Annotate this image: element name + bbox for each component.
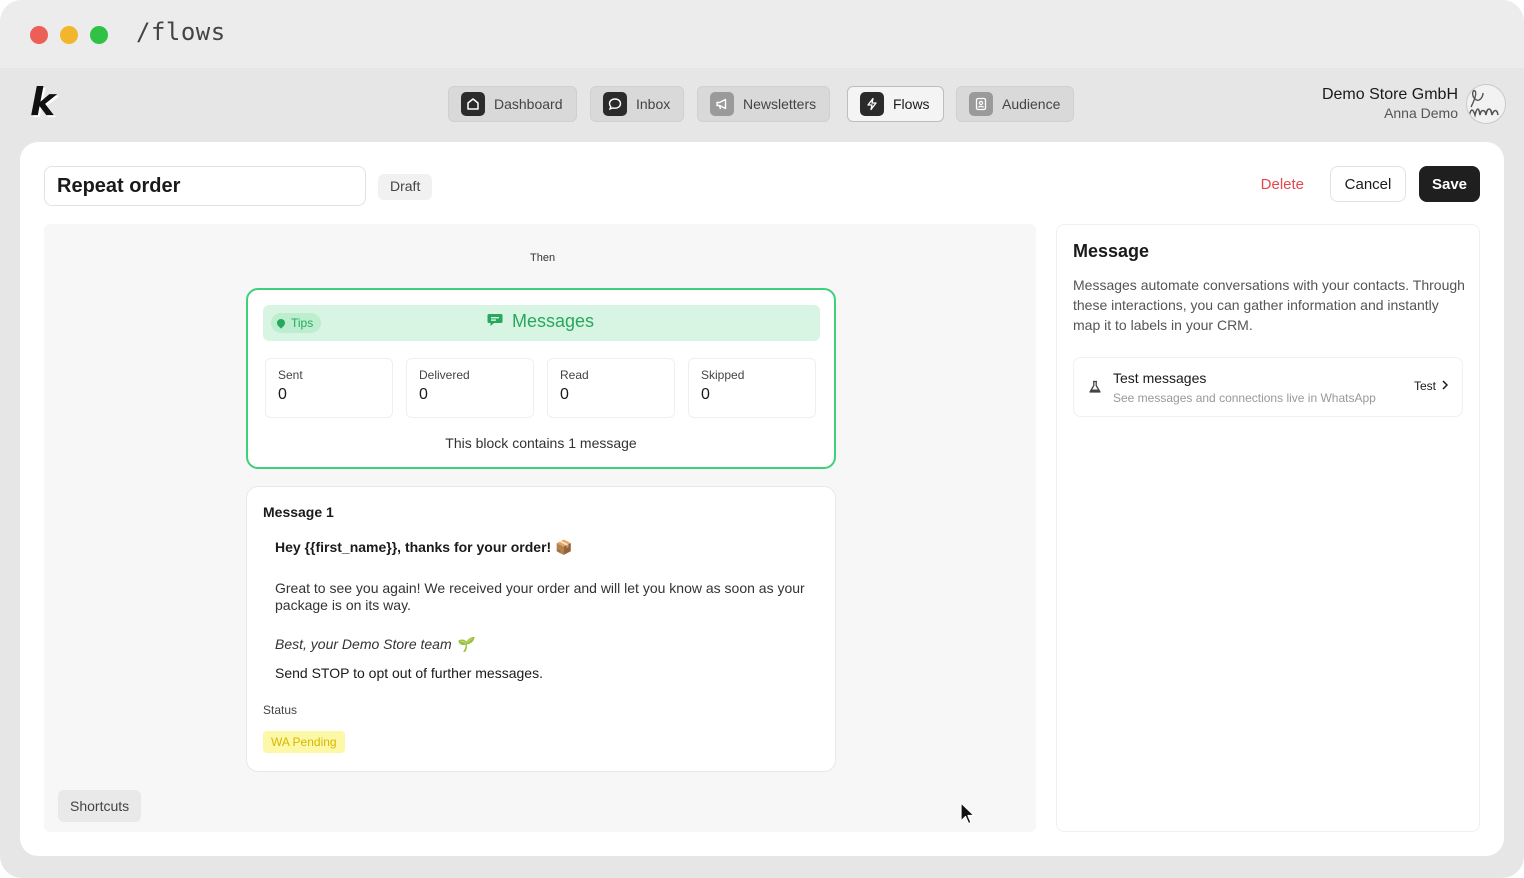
status-badge: Draft: [378, 174, 433, 200]
save-button[interactable]: Save: [1419, 166, 1480, 202]
stat-value: 0: [701, 386, 710, 403]
message-signature: Best, your Demo Store team 🌱: [275, 636, 473, 652]
app-logo[interactable]: k: [30, 82, 64, 122]
contacts-icon: [969, 92, 993, 116]
flask-icon: [1088, 380, 1102, 399]
messages-block-title-text: Messages: [512, 311, 595, 331]
test-messages-subtitle: See messages and connections live in Wha…: [1113, 391, 1376, 405]
shortcuts-button[interactable]: Shortcuts: [58, 790, 142, 822]
url-path: /flows: [136, 18, 226, 46]
test-messages-row[interactable]: Test messages See messages and connectio…: [1073, 357, 1463, 417]
maximize-window-button[interactable]: [90, 26, 108, 44]
minimize-window-button[interactable]: [60, 26, 78, 44]
panel-description: Messages automate conversations with you…: [1073, 277, 1465, 333]
lightning-icon: [860, 92, 884, 116]
avatar[interactable]: [1466, 84, 1506, 124]
close-window-button[interactable]: [30, 26, 48, 44]
top-navigation: k Dashboard Inbox Newsletters Flows Audi…: [0, 68, 1524, 142]
stat-label: Sent: [278, 368, 303, 382]
chevron-right-icon: [1442, 379, 1449, 393]
nav-audience-label: Audience: [1002, 96, 1061, 112]
nav-inbox[interactable]: Inbox: [590, 86, 685, 122]
message-icon: [487, 311, 503, 332]
stat-label: Skipped: [701, 368, 745, 382]
properties-panel: Message Messages automate conversations …: [1056, 224, 1480, 832]
account-info[interactable]: Demo Store GmbH Anna Demo: [1322, 86, 1458, 121]
user-name: Anna Demo: [1384, 105, 1458, 121]
home-icon: [461, 92, 485, 116]
pin-icon: [275, 317, 287, 329]
nav-dashboard[interactable]: Dashboard: [448, 86, 577, 122]
app-window: /flows k Dashboard Inbox Newsletters Flo…: [0, 0, 1524, 878]
panel-title: Message: [1073, 241, 1150, 261]
message-title: Message 1: [263, 504, 334, 520]
stat-value: 0: [560, 386, 569, 403]
title-bar: /flows: [0, 0, 1524, 68]
store-name: Demo Store GmbH: [1321, 86, 1458, 103]
stat-delivered: Delivered 0: [406, 358, 534, 418]
megaphone-icon: [710, 92, 734, 116]
messages-block-header: Tips Messages: [263, 305, 820, 341]
block-message-count: This block contains 1 message: [445, 435, 637, 451]
stat-label: Delivered: [419, 368, 470, 382]
flow-canvas[interactable]: Then Tips Messages Sent 0 Delivered 0 Re…: [44, 224, 1036, 832]
nav-newsletters-label: Newsletters: [743, 96, 817, 112]
messages-block-title: Messages: [487, 311, 594, 332]
flow-name-input[interactable]: Repeat order: [44, 166, 366, 206]
test-button-label: Test: [1413, 379, 1436, 393]
mouse-cursor-icon: [960, 802, 976, 831]
test-button[interactable]: Test: [1413, 379, 1449, 393]
nav-inbox-label: Inbox: [636, 96, 671, 112]
test-messages-title: Test messages: [1113, 370, 1207, 386]
nav-flows[interactable]: Flows: [847, 86, 944, 122]
nav-newsletters[interactable]: Newsletters: [697, 86, 831, 122]
nav-dashboard-label: Dashboard: [494, 96, 563, 112]
tips-button[interactable]: Tips: [271, 313, 322, 333]
chat-icon: [603, 92, 627, 116]
then-connector-label: Then: [530, 252, 556, 264]
wa-status-badge: WA Pending: [263, 731, 345, 753]
stat-label: Read: [560, 368, 589, 382]
stat-value: 0: [278, 386, 287, 403]
nav-flows-label: Flows: [893, 96, 930, 112]
message-card[interactable]: Message 1 Hey {{first_name}}, thanks for…: [246, 486, 836, 772]
stat-read: Read 0: [547, 358, 675, 418]
nav-audience[interactable]: Audience: [956, 86, 1075, 122]
message-greeting: Hey {{first_name}}, thanks for your orde…: [275, 539, 573, 555]
delete-button[interactable]: Delete: [1261, 176, 1304, 193]
message-text: Great to see you again! We received your…: [275, 580, 805, 613]
message-optout: Send STOP to opt out of further messages…: [275, 665, 543, 681]
flow-editor: Repeat order Draft Delete Cancel Save Th…: [20, 142, 1504, 856]
messages-block[interactable]: Tips Messages Sent 0 Delivered 0 Read 0 …: [246, 288, 836, 469]
message-body: Hey {{first_name}}, thanks for your orde…: [275, 539, 815, 681]
stat-skipped: Skipped 0: [688, 358, 816, 418]
status-label: Status: [263, 703, 298, 717]
cancel-button[interactable]: Cancel: [1330, 166, 1406, 202]
stat-sent: Sent 0: [265, 358, 393, 418]
stat-value: 0: [419, 386, 428, 403]
tips-label: Tips: [291, 316, 314, 330]
